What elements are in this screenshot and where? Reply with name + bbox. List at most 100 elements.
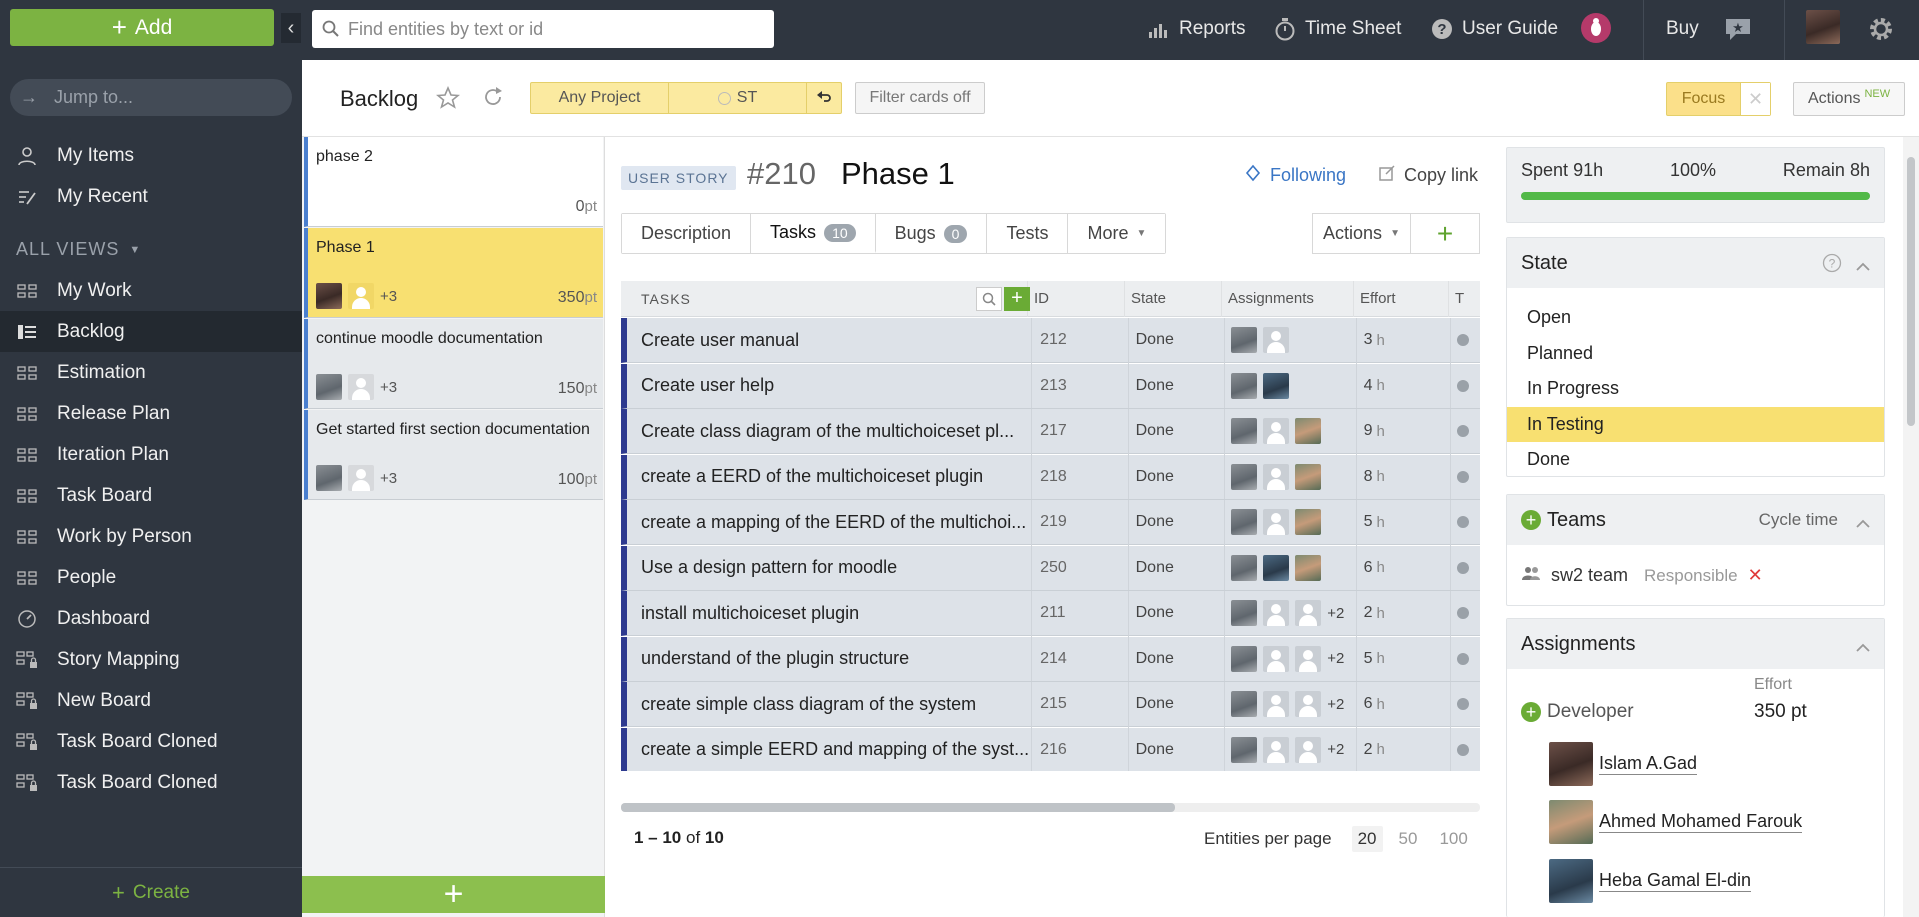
sidebar-item-my-work[interactable]: My Work	[0, 270, 302, 311]
state-option-in-progress[interactable]: In Progress	[1507, 371, 1884, 406]
chevron-up-icon[interactable]	[1856, 636, 1870, 659]
table-row[interactable]: create a simple EERD and mapping of the …	[621, 727, 1480, 771]
refresh-icon[interactable]	[482, 86, 504, 111]
task-effort[interactable]: 5h	[1355, 499, 1451, 545]
task-effort[interactable]: 8h	[1355, 454, 1451, 499]
per-page-option[interactable]: 100	[1433, 826, 1473, 852]
table-row[interactable]: create a mapping of the EERD of the mult…	[621, 499, 1480, 545]
per-page-option[interactable]: 20	[1351, 826, 1383, 852]
table-row[interactable]: Create user manual 212 Done 3 h	[621, 317, 1480, 363]
state-option-planned[interactable]: Planned	[1507, 336, 1884, 371]
table-row[interactable]: install multichoiceset plugin 211 Done +2 2 h	[621, 590, 1480, 636]
tab-description[interactable]: Description	[622, 214, 752, 253]
entity-actions-button[interactable]: Actions ▼	[1312, 213, 1411, 254]
sidebar-item-work-by-person[interactable]: Work by Person	[0, 516, 302, 557]
tab-bugs[interactable]: Bugs 0	[875, 214, 988, 253]
task-assignments[interactable]: +2	[1224, 590, 1355, 636]
chevron-up-icon[interactable]	[1856, 512, 1870, 535]
search-box[interactable]	[312, 10, 774, 48]
chevron-up-icon[interactable]	[1856, 255, 1870, 278]
task-state[interactable]: Done	[1127, 590, 1225, 636]
sidebar-item-task-board-cloned[interactable]: Task Board Cloned	[0, 762, 302, 803]
reports-link[interactable]: Reports	[1148, 14, 1246, 44]
filter-cards-button[interactable]: Filter cards off	[855, 82, 985, 114]
state-option-in-testing[interactable]: In Testing	[1507, 406, 1884, 442]
task-state[interactable]: Done	[1127, 317, 1225, 363]
task-assignments[interactable]	[1224, 408, 1355, 454]
tab-tests[interactable]: Tests	[987, 214, 1069, 253]
jump-to-input[interactable]: → Jump to...	[10, 79, 292, 116]
add-card-button[interactable]: +	[302, 875, 605, 913]
assignee[interactable]: Islam A.Gad	[1549, 742, 1698, 786]
search-tasks-button[interactable]	[976, 286, 1002, 311]
task-assignments[interactable]: +2	[1224, 681, 1355, 727]
table-row[interactable]: Create user help 213 Done 4 h	[621, 363, 1480, 409]
task-state[interactable]: Done	[1127, 727, 1225, 771]
search-input[interactable]	[348, 18, 768, 40]
team-filter[interactable]: ST	[669, 83, 807, 113]
vertical-scrollbar[interactable]	[1903, 137, 1919, 917]
state-panel-header[interactable]: State ?	[1507, 238, 1884, 288]
task-effort[interactable]: 6h	[1355, 545, 1451, 590]
task-state[interactable]: Done	[1127, 636, 1225, 681]
sidebar-item-task-board[interactable]: Task Board	[0, 475, 302, 516]
state-option-open[interactable]: Open	[1507, 300, 1884, 335]
task-effort[interactable]: 3h	[1355, 317, 1451, 363]
task-effort[interactable]: 5h	[1355, 636, 1451, 681]
project-filter[interactable]: Any Project	[531, 83, 669, 113]
task-effort[interactable]: 6h	[1355, 681, 1451, 727]
task-assignments[interactable]	[1224, 499, 1355, 545]
task-state[interactable]: Done	[1127, 363, 1225, 408]
user-guide-link[interactable]: ? User Guide	[1431, 14, 1558, 44]
task-state[interactable]: Done	[1127, 408, 1225, 454]
sidebar-item-my-items[interactable]: My Items	[0, 135, 302, 176]
card-get-started-first-section[interactable]: Get started first section documentation …	[304, 410, 603, 500]
task-effort[interactable]: 2h	[1355, 590, 1451, 636]
settings-button[interactable]	[1868, 14, 1894, 44]
task-state[interactable]: Done	[1127, 454, 1225, 499]
sidebar-item-story-mapping[interactable]: Story Mapping	[0, 639, 302, 680]
task-assignments[interactable]	[1224, 363, 1355, 408]
clear-focus-button[interactable]: ✕	[1741, 83, 1770, 115]
column-header-state[interactable]: State	[1124, 281, 1221, 317]
task-state[interactable]: Done	[1127, 499, 1225, 545]
add-assignee-icon[interactable]: +	[1521, 702, 1541, 722]
tab-more[interactable]: More ▼	[1068, 214, 1166, 253]
column-header-effort[interactable]: Effort	[1353, 281, 1448, 317]
sidebar-item-task-board-cloned[interactable]: Task Board Cloned	[0, 721, 302, 762]
scrollbar-thumb[interactable]	[1907, 157, 1915, 426]
task-effort[interactable]: 9h	[1355, 408, 1451, 454]
task-name[interactable]: Use a design pattern for moodle	[627, 545, 1031, 590]
actions-button[interactable]: Actions NEW	[1793, 82, 1905, 116]
team-name[interactable]: sw2 team	[1551, 565, 1628, 586]
card-continue-moodle-documentation[interactable]: continue moodle documentation +3 150pt	[304, 319, 603, 409]
task-state[interactable]: Done	[1127, 681, 1225, 727]
remove-team-icon[interactable]: ✕	[1748, 565, 1763, 586]
sidebar-item-people[interactable]: People	[0, 557, 302, 598]
table-row[interactable]: Use a design pattern for moodle 250 Done 6 h	[621, 545, 1480, 591]
task-name[interactable]: install multichoiceset plugin	[627, 591, 1031, 636]
assignments-panel-header[interactable]: Assignments	[1507, 619, 1884, 669]
sidebar-item-my-recent[interactable]: My Recent	[0, 176, 302, 217]
user-avatar[interactable]	[1806, 10, 1840, 44]
add-button[interactable]: + Add	[10, 9, 274, 46]
collapse-sidebar-button[interactable]: ‹	[281, 13, 301, 43]
column-header-assignments[interactable]: Assignments	[1221, 281, 1353, 317]
task-assignments[interactable]	[1224, 454, 1355, 499]
task-assignments[interactable]	[1224, 545, 1355, 590]
task-name[interactable]: Create user help	[627, 363, 1031, 408]
copy-link-button[interactable]: Copy link	[1378, 164, 1478, 187]
following-button[interactable]: Following	[1244, 164, 1346, 187]
task-effort[interactable]: 2h	[1355, 727, 1451, 771]
horizontal-scrollbar[interactable]	[621, 803, 1480, 812]
state-option-done[interactable]: Done	[1507, 442, 1884, 477]
entity-name[interactable]: Phase 1	[841, 156, 955, 192]
undo-filter-button[interactable]	[807, 83, 841, 113]
task-name[interactable]: Create user manual	[627, 318, 1031, 363]
table-row[interactable]: understand of the plugin structure 214 Don…	[621, 636, 1480, 682]
sidebar-item-dashboard[interactable]: Dashboard	[0, 598, 302, 639]
column-header-id[interactable]: ID	[1027, 281, 1124, 317]
role-effort[interactable]: 350 pt	[1754, 701, 1807, 723]
feedback-button[interactable]: ★	[1723, 14, 1753, 44]
card-phase-1[interactable]: Phase 1 +3 350pt	[304, 228, 603, 318]
